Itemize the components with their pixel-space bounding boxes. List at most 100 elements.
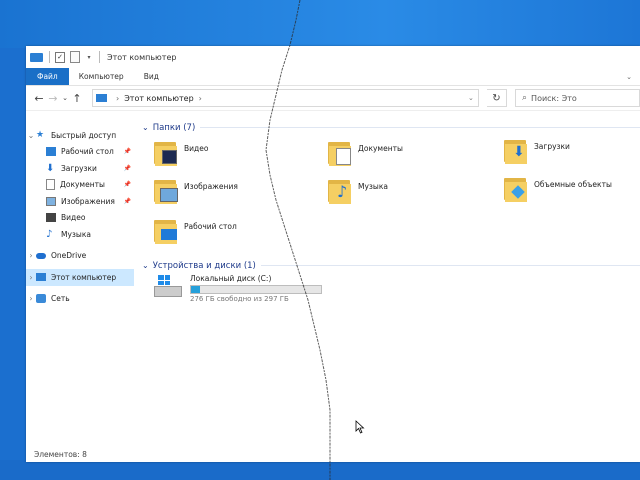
pin-icon[interactable]: 📌	[124, 165, 131, 172]
search-icon: ⌕	[522, 93, 528, 103]
chevron-right-icon[interactable]: ›	[199, 94, 202, 103]
sidebar-item-this-pc[interactable]: › Этот компьютер	[26, 269, 134, 286]
watermark: FarPost.ru	[66, 322, 480, 406]
chevron-right-icon[interactable]: ›	[26, 294, 36, 303]
local-disk-icon	[152, 274, 184, 298]
video-icon	[46, 213, 56, 223]
back-icon[interactable]: ←	[32, 91, 46, 105]
cloud-icon	[36, 252, 46, 259]
recent-locations-icon[interactable]: ⌄	[60, 91, 70, 105]
status-bar: Элементов: 8	[26, 447, 640, 462]
folder-label: Документы	[358, 144, 403, 153]
chevron-down-icon[interactable]: ⌄	[626, 68, 632, 85]
folders-group-header[interactable]: ⌄ Папки (7)	[142, 120, 640, 135]
documents-icon	[46, 179, 55, 191]
documents-folder-icon	[328, 140, 352, 166]
chevron-down-icon[interactable]: ⌄	[468, 94, 478, 102]
sidebar-item-label: Этот компьютер	[51, 272, 117, 282]
new-folder-icon[interactable]	[70, 51, 80, 63]
sidebar-item-label: Видео	[61, 213, 86, 223]
item-count: Элементов: 8	[34, 450, 87, 459]
pictures-icon	[46, 196, 56, 206]
chevron-right-icon[interactable]: ›	[26, 251, 36, 260]
folder-item[interactable]: Документы	[328, 140, 403, 166]
tab-view[interactable]: Вид	[134, 68, 169, 85]
search-placeholder: Поиск: Это	[531, 93, 577, 103]
up-icon[interactable]: ↑	[70, 91, 84, 105]
sidebar-item-quick-access[interactable]: ⌄ ★ Быстрый доступ	[26, 127, 134, 144]
refresh-icon[interactable]: ↻	[487, 89, 507, 107]
computer-icon	[96, 94, 107, 102]
video-folder-icon	[154, 140, 178, 166]
window-title: Этот компьютер	[107, 52, 177, 62]
chevron-down-icon[interactable]: ⌄	[142, 123, 149, 132]
search-input[interactable]: ⌕ Поиск: Это	[515, 89, 640, 107]
divider	[260, 265, 640, 266]
pin-icon[interactable]: 📌	[124, 148, 131, 155]
sidebar-item-label: Музыка	[61, 229, 91, 239]
sidebar-item-label: Документы	[60, 180, 105, 190]
sidebar-item-onedrive[interactable]: › OneDrive	[26, 248, 134, 265]
drives-group-header[interactable]: ⌄ Устройства и диски (1)	[142, 258, 640, 273]
forward-icon[interactable]: →	[46, 91, 60, 105]
address-bar[interactable]: › Этот компьютер › ⌄	[92, 89, 479, 107]
mouse-cursor-icon	[355, 420, 365, 434]
music-icon: ♪	[46, 228, 53, 240]
tab-computer[interactable]: Компьютер	[69, 68, 134, 85]
sidebar-item-network[interactable]: › Сеть	[26, 291, 134, 308]
customize-toolbar-icon[interactable]: ▾	[85, 52, 93, 63]
folder-label: Рабочий стол	[184, 222, 237, 231]
chevron-down-icon[interactable]: ⌄	[142, 261, 149, 270]
folder-label: Музыка	[358, 182, 388, 191]
folder-item[interactable]: Изображения	[154, 178, 238, 204]
folder-item[interactable]: ⬇ Загрузки	[504, 138, 570, 164]
sidebar-item-label: Быстрый доступ	[51, 130, 117, 140]
pin-icon[interactable]: 📌	[124, 198, 131, 205]
pin-icon[interactable]: 📌	[124, 181, 131, 188]
sidebar-item-documents[interactable]: Документы 📌	[26, 177, 134, 194]
sidebar-item-label: Изображения	[61, 196, 115, 206]
network-icon	[36, 294, 46, 304]
chevron-right-icon[interactable]: ›	[26, 273, 36, 282]
address-crumb[interactable]: Этот компьютер	[124, 94, 193, 103]
folder-item[interactable]: Видео	[154, 140, 208, 166]
computer-icon	[36, 273, 46, 282]
folder-label: Загрузки	[534, 142, 570, 151]
sidebar-item-pictures[interactable]: Изображения 📌	[26, 193, 134, 210]
folder-label: Изображения	[184, 182, 238, 191]
desktop-background-left	[0, 48, 26, 480]
address-row: ← → ⌄ ↑ › Этот компьютер › ⌄ ↻ ⌕ Поиск: …	[26, 86, 640, 111]
sidebar-item-music[interactable]: ♪ Музыка	[26, 226, 134, 243]
title-bar: ✓ ▾ Этот компьютер	[26, 46, 640, 68]
download-icon: ⬇	[46, 162, 55, 174]
sidebar-item-label: Загрузки	[61, 163, 97, 173]
drive-label: Локальный диск (C:)	[190, 274, 272, 283]
divider	[49, 51, 50, 63]
pictures-folder-icon	[154, 178, 178, 204]
drive-usage-bar	[190, 285, 322, 294]
chevron-down-icon[interactable]: ⌄	[26, 131, 36, 140]
desktop-background-bottom	[0, 460, 640, 480]
divider	[99, 51, 100, 63]
desktop-background	[0, 0, 640, 48]
computer-icon	[30, 52, 43, 62]
sidebar-item-video[interactable]: Видео	[26, 210, 134, 227]
folder-item[interactable]: ♪ Музыка	[328, 178, 388, 204]
divider	[200, 127, 640, 128]
sidebar-item-downloads[interactable]: ⬇ Загрузки 📌	[26, 160, 134, 177]
sidebar-item-desktop[interactable]: Рабочий стол 📌	[26, 144, 134, 161]
properties-icon[interactable]: ✓	[55, 51, 65, 63]
folder-label: Видео	[184, 144, 209, 153]
folder-item[interactable]: Объемные объекты	[504, 176, 612, 202]
group-title: Папки (7)	[152, 122, 196, 133]
group-title: Устройства и диски (1)	[152, 260, 256, 271]
ribbon-tabs: Файл Компьютер Вид ⌄	[26, 68, 640, 86]
folder-item[interactable]: Рабочий стол	[154, 218, 237, 244]
sidebar-item-label: OneDrive	[51, 251, 87, 261]
tab-file[interactable]: Файл	[26, 68, 69, 85]
star-icon: ★	[36, 129, 45, 140]
desktop-folder-icon	[154, 218, 178, 244]
music-folder-icon: ♪	[328, 178, 352, 204]
drive-item[interactable]: Локальный диск (C:) 276 ГБ свободно из 2…	[152, 274, 322, 303]
chevron-right-icon[interactable]: ›	[116, 94, 119, 103]
